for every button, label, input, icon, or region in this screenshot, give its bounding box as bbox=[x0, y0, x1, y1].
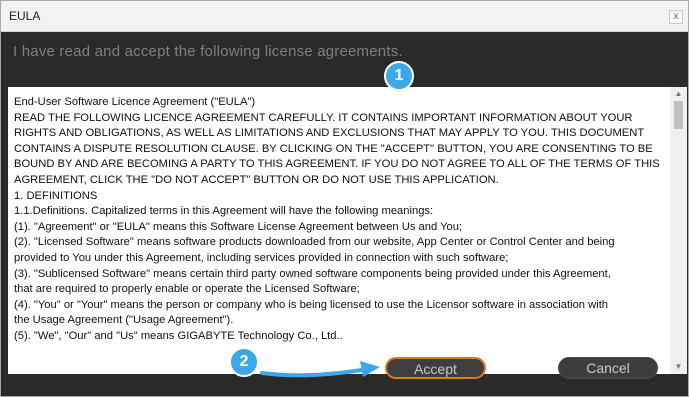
annotation-arrow-icon bbox=[260, 361, 380, 378]
